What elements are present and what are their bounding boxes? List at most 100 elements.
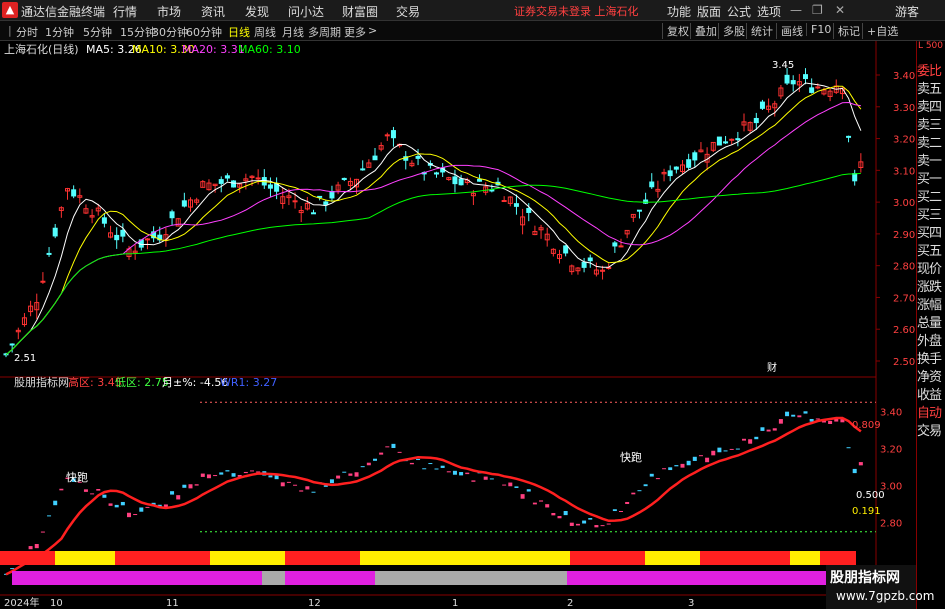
adjust-button[interactable]: 复权 <box>662 23 689 39</box>
quote-field-3[interactable]: 卖三 <box>917 117 945 135</box>
multi-stock-button[interactable]: 多股 <box>718 23 745 39</box>
menu-discover[interactable]: 发现 <box>245 3 269 20</box>
quote-field-9[interactable]: 买四 <box>917 225 945 243</box>
value-label-809: 0.809 <box>852 420 881 431</box>
tab-period-15m[interactable]: 15分钟 <box>120 24 156 40</box>
ma60-line <box>5 172 861 356</box>
indicator-bar <box>379 452 384 455</box>
indicator-bar <box>385 446 390 448</box>
ma10-line <box>5 85 862 356</box>
candle-body <box>581 261 587 268</box>
tab-period-1m[interactable]: 1分钟 <box>45 24 74 40</box>
quote-field-2[interactable]: 卖四 <box>917 99 945 117</box>
indicator-bar <box>655 478 660 480</box>
watermark-url: www.7gpzb.com <box>836 589 935 603</box>
quote-field-13[interactable]: 涨幅 <box>917 297 945 315</box>
candle-body <box>587 257 593 262</box>
quote-field-7[interactable]: 买二 <box>917 189 945 207</box>
tab-period-30m[interactable]: 30分钟 <box>152 24 188 40</box>
menu-quotes[interactable]: 行情 <box>113 3 137 20</box>
tab-period-day[interactable]: 日线 <box>228 24 250 40</box>
menu-functions[interactable]: 功能 <box>667 3 691 20</box>
menu-trade[interactable]: 交易 <box>396 3 420 20</box>
indicator-bar <box>268 475 273 478</box>
quote-field-19[interactable]: 自动 <box>917 405 945 423</box>
quote-field-14[interactable]: 总量 <box>917 315 945 333</box>
indicator-bar <box>674 465 679 467</box>
right-quote-panel: L 500 委比 卖五 卖四 卖三 卖二 卖一 买一 买二 买三 买四 买五 现价 涨跌 涨幅 总量 外盘 换手… <box>916 41 945 609</box>
indicator-bar <box>428 463 433 465</box>
indicator-bar <box>133 514 138 516</box>
tab-period-5m[interactable]: 5分钟 <box>83 24 112 40</box>
statistics-button[interactable]: 统计 <box>746 23 773 39</box>
quote-field-5[interactable]: 卖一 <box>917 153 945 171</box>
signal-band-top <box>820 551 856 565</box>
close-icon[interactable]: ✕ <box>835 3 845 17</box>
indicator-bar <box>772 428 777 431</box>
draw-line-button[interactable]: 画线 <box>776 23 803 39</box>
indicator-bar <box>594 525 599 528</box>
mark-button[interactable]: 标记 <box>833 23 860 39</box>
quote-field-18[interactable]: 收益 <box>917 387 945 405</box>
minimize-icon[interactable]: — <box>790 3 802 17</box>
menu-wealth[interactable]: 财富圈 <box>342 3 378 20</box>
ma5-line <box>5 82 862 356</box>
indicator-bar <box>391 443 396 449</box>
signal-band-top <box>570 551 645 565</box>
indicator-bar <box>422 468 427 470</box>
candle-body <box>803 74 808 80</box>
quote-field-10[interactable]: 买五 <box>917 243 945 261</box>
trade-login-alert[interactable]: 证券交易未登录 上海石化 <box>514 3 639 19</box>
candle-body <box>390 130 396 139</box>
quote-field-16[interactable]: 换手 <box>917 351 945 369</box>
chevron-right-icon[interactable]: > <box>368 24 377 37</box>
quote-field-1[interactable]: 卖五 <box>917 81 945 99</box>
indicator-bar <box>127 512 131 518</box>
quote-field-8[interactable]: 买三 <box>917 207 945 225</box>
add-watchlist-button[interactable]: +自选 <box>862 23 898 39</box>
menu-layout[interactable]: 版面 <box>697 3 721 20</box>
price-axis-label: 2.80 <box>893 262 915 273</box>
indicator-bar <box>668 467 673 471</box>
quote-field-20[interactable]: 交易 <box>917 423 945 441</box>
tab-period-week[interactable]: 周线 <box>254 24 276 40</box>
quote-field-12[interactable]: 涨跌 <box>917 279 945 297</box>
candle-body <box>784 74 790 84</box>
tab-period-tick[interactable]: 分时 <box>16 24 38 40</box>
kline-chart[interactable]: 3.40 3.30 3.20 3.10 3.00 2.90 2.80 2.70 2.60 2.50… <box>0 41 916 609</box>
restore-icon[interactable]: ❐ <box>812 3 823 17</box>
tab-period-more[interactable]: 更多 <box>344 24 366 40</box>
quote-field-15[interactable]: 外盘 <box>917 333 945 351</box>
indicator-bar <box>329 479 334 484</box>
indicator-bar <box>28 546 33 550</box>
menu-news[interactable]: 资讯 <box>201 3 225 20</box>
candle-body <box>809 87 815 93</box>
candle-body <box>46 252 52 255</box>
ma20-legend: MA20: 3.31 <box>182 43 245 56</box>
menu-assistant[interactable]: 问小达 <box>288 3 324 20</box>
indicator-bar <box>139 507 144 512</box>
indicator-bar <box>336 475 341 479</box>
indicator-bar <box>606 523 611 525</box>
quote-field-0[interactable]: 委比 <box>917 63 945 81</box>
tab-period-60m[interactable]: 60分钟 <box>186 24 222 40</box>
menu-formula[interactable]: 公式 <box>727 3 751 20</box>
f10-button[interactable]: F10 <box>806 23 831 36</box>
guest-button[interactable]: 游客 <box>895 3 919 20</box>
tab-period-multi[interactable]: 多周期 <box>308 24 341 40</box>
candle-body <box>267 184 273 189</box>
menu-options[interactable]: 选项 <box>757 3 781 20</box>
quote-field-17[interactable]: 净资 <box>917 369 945 387</box>
candle-body <box>489 189 495 192</box>
overlay-button[interactable]: 叠加 <box>690 23 717 39</box>
quote-field-6[interactable]: 买一 <box>917 171 945 189</box>
candle-body <box>790 80 796 85</box>
quote-field-4[interactable]: 卖二 <box>917 135 945 153</box>
menu-market[interactable]: 市场 <box>157 3 181 20</box>
quote-field-11[interactable]: 现价 <box>917 261 945 279</box>
candle-body <box>144 238 150 241</box>
indicator-bar <box>446 471 451 473</box>
tab-period-month[interactable]: 月线 <box>282 24 304 40</box>
app-title: 通达信金融终端 <box>21 5 106 19</box>
signal-band-bottom <box>567 571 826 585</box>
